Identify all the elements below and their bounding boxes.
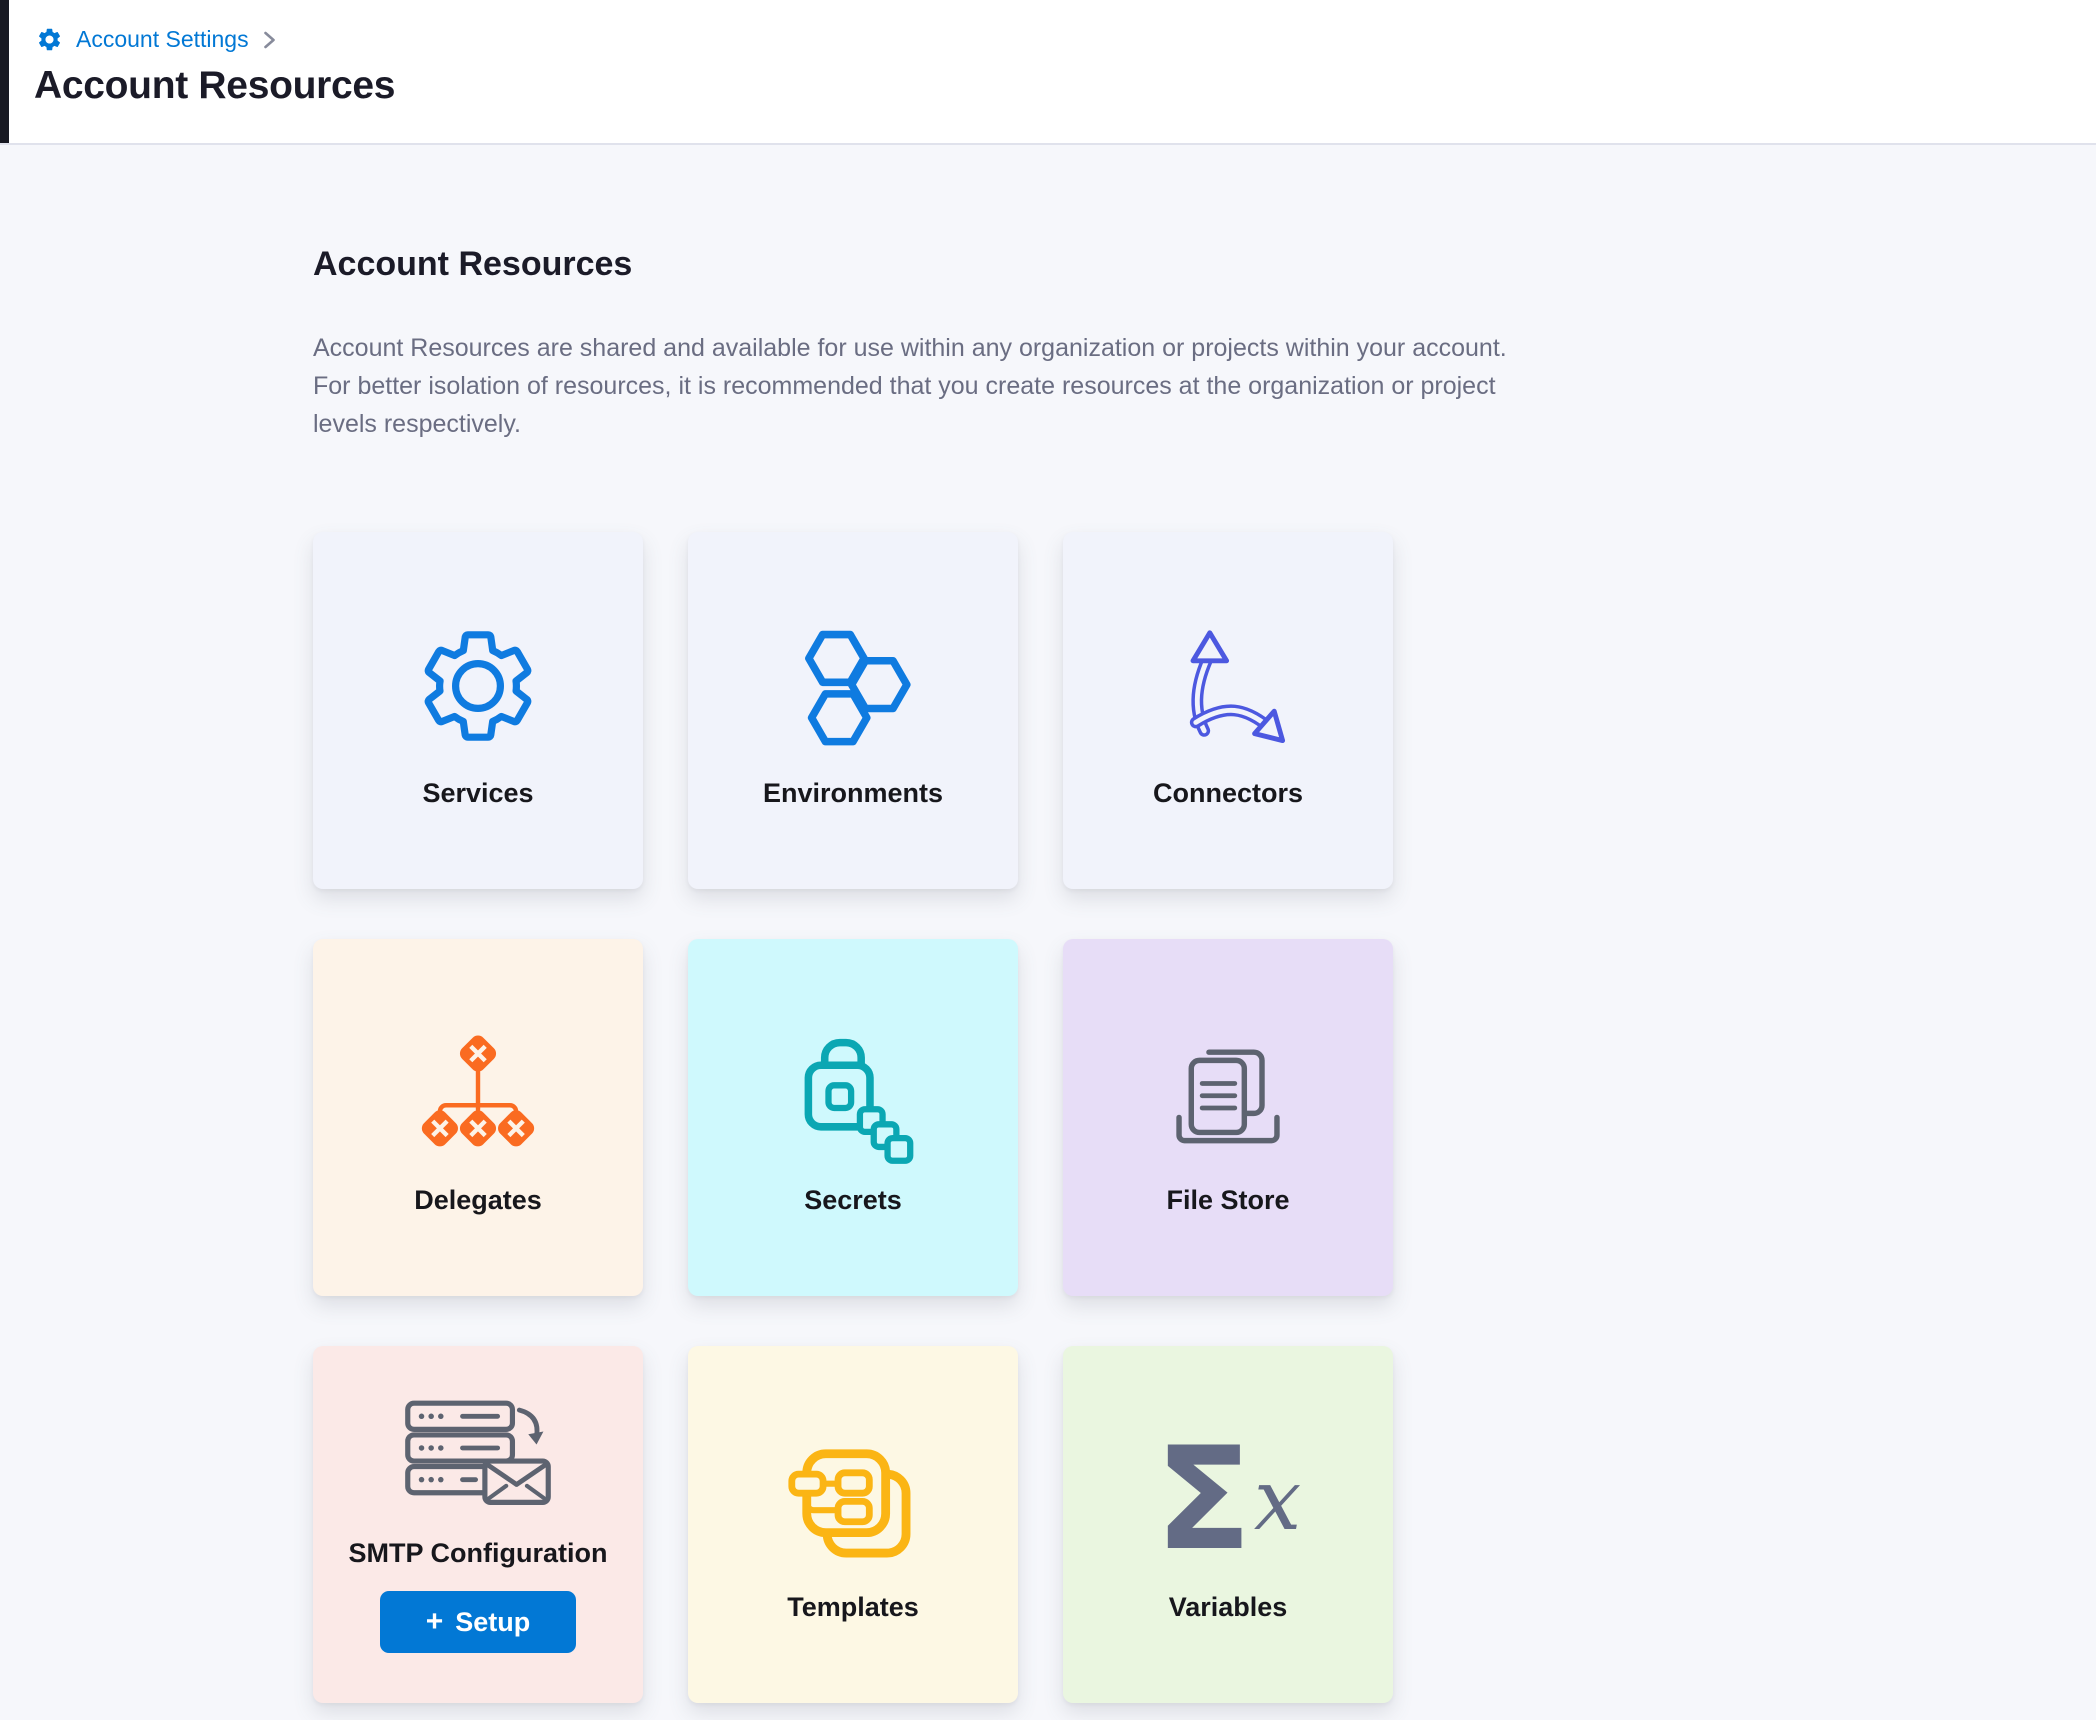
card-delegates[interactable]: Delegates: [313, 939, 643, 1296]
card-connectors[interactable]: Connectors: [1063, 532, 1393, 889]
card-templates[interactable]: Templates: [688, 1346, 1018, 1703]
breadcrumb-account-settings-link[interactable]: Account Settings: [36, 26, 249, 53]
card-environments[interactable]: Environments: [688, 532, 1018, 889]
documents-tray-icon: [1160, 1027, 1296, 1159]
card-label: Environments: [763, 778, 943, 809]
mail-server-icon: [405, 1400, 551, 1518]
hexagons-icon: [784, 620, 922, 752]
card-variables[interactable]: Σ x Variables: [1063, 1346, 1393, 1703]
sigma-x-icon: Σ x: [1155, 1434, 1301, 1566]
card-file-store[interactable]: File Store: [1063, 939, 1393, 1296]
main-content: Account Resources Account Resources are …: [0, 145, 2096, 1720]
setup-button-label: Setup: [455, 1607, 530, 1638]
description-line: For better isolation of resources, it is…: [313, 367, 1507, 405]
card-label: File Store: [1166, 1185, 1289, 1216]
card-label: Variables: [1169, 1592, 1288, 1623]
setup-button[interactable]: + Setup: [380, 1591, 577, 1653]
card-label: Secrets: [804, 1185, 902, 1216]
section-heading: Account Resources: [313, 245, 632, 284]
delegate-tree-icon: [410, 1027, 546, 1159]
chevron-right-icon: [262, 28, 277, 52]
page-title: Account Resources: [34, 64, 395, 108]
card-label: Templates: [787, 1592, 919, 1623]
card-secrets[interactable]: Secrets: [688, 939, 1018, 1296]
plus-icon: +: [426, 1607, 444, 1637]
breadcrumb-label: Account Settings: [76, 26, 249, 53]
gear-outline-icon: [414, 620, 542, 752]
card-label: Delegates: [414, 1185, 542, 1216]
lock-chain-icon: [787, 1027, 919, 1159]
card-label: SMTP Configuration: [349, 1538, 608, 1569]
section-description: Account Resources are shared and availab…: [313, 329, 1507, 443]
description-line: levels respectively.: [313, 405, 1507, 443]
card-label: Services: [422, 778, 533, 809]
branch-arrows-icon: [1158, 620, 1298, 752]
card-label: Connectors: [1153, 778, 1303, 809]
card-smtp-configuration[interactable]: SMTP Configuration + Setup: [313, 1346, 643, 1703]
collapsed-nav-strip: [0, 0, 9, 143]
template-stack-icon: [785, 1434, 921, 1566]
page-header: Account Settings Account Resources: [0, 0, 2096, 145]
description-line: Account Resources are shared and availab…: [313, 329, 1507, 367]
gear-icon: [36, 26, 63, 53]
sigma-glyph: Σ: [1155, 1429, 1252, 1571]
breadcrumb: Account Settings: [36, 26, 277, 53]
x-glyph: x: [1254, 1458, 1301, 1542]
resource-card-grid: Services Environments: [313, 532, 1393, 1703]
account-resources-page: Account Settings Account Resources Accou…: [0, 0, 2096, 1720]
card-services[interactable]: Services: [313, 532, 643, 889]
